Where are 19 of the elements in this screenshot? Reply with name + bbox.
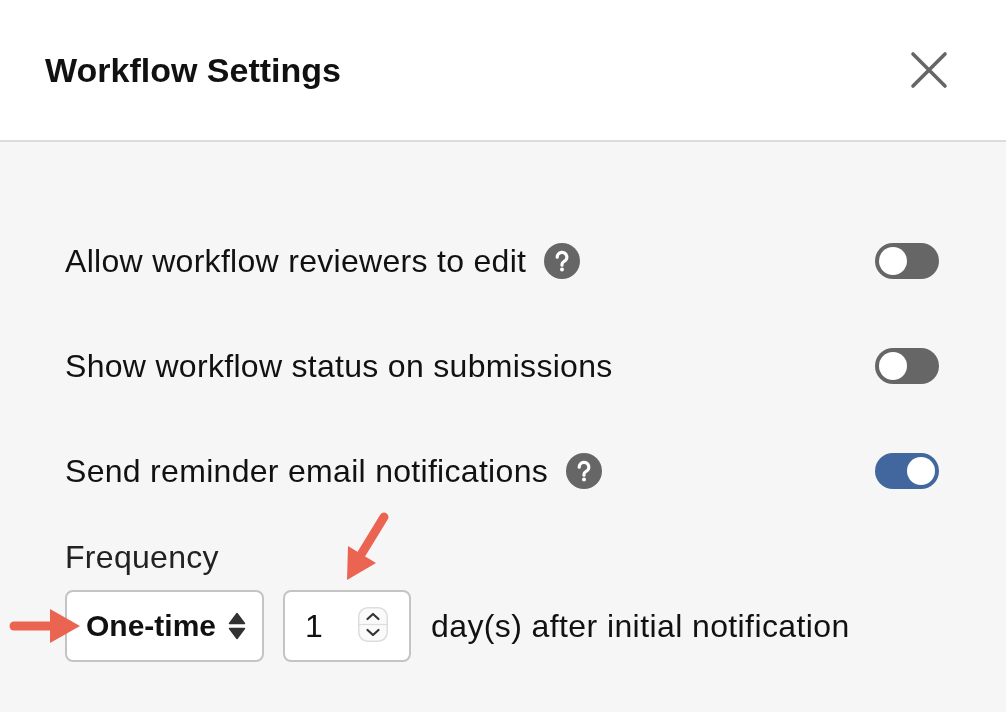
updown-arrows-icon xyxy=(228,612,246,640)
help-icon[interactable] xyxy=(566,453,603,489)
stepper-icon[interactable] xyxy=(358,607,388,642)
setting-label: Show workflow status on submissions xyxy=(65,348,613,384)
close-button[interactable] xyxy=(910,51,948,89)
dialog-title: Workflow Settings xyxy=(45,50,341,90)
close-icon xyxy=(910,51,948,89)
days-suffix-text: day(s) after initial notification xyxy=(431,607,850,645)
setting-label: Allow workflow reviewers to edit xyxy=(65,243,527,279)
toggle-switch[interactable] xyxy=(875,348,939,384)
frequency-label: Frequency xyxy=(65,539,219,575)
toggle-switch[interactable] xyxy=(875,453,939,489)
help-icon[interactable] xyxy=(544,243,581,279)
annotation-arrow xyxy=(347,512,389,580)
days-input[interactable]: 1 xyxy=(283,590,411,662)
frequency-select[interactable]: One-time xyxy=(65,590,264,662)
toggle-switch[interactable] xyxy=(875,243,939,279)
setting-label: Send reminder email notifications xyxy=(65,453,549,489)
annotation-arrow xyxy=(9,609,80,643)
